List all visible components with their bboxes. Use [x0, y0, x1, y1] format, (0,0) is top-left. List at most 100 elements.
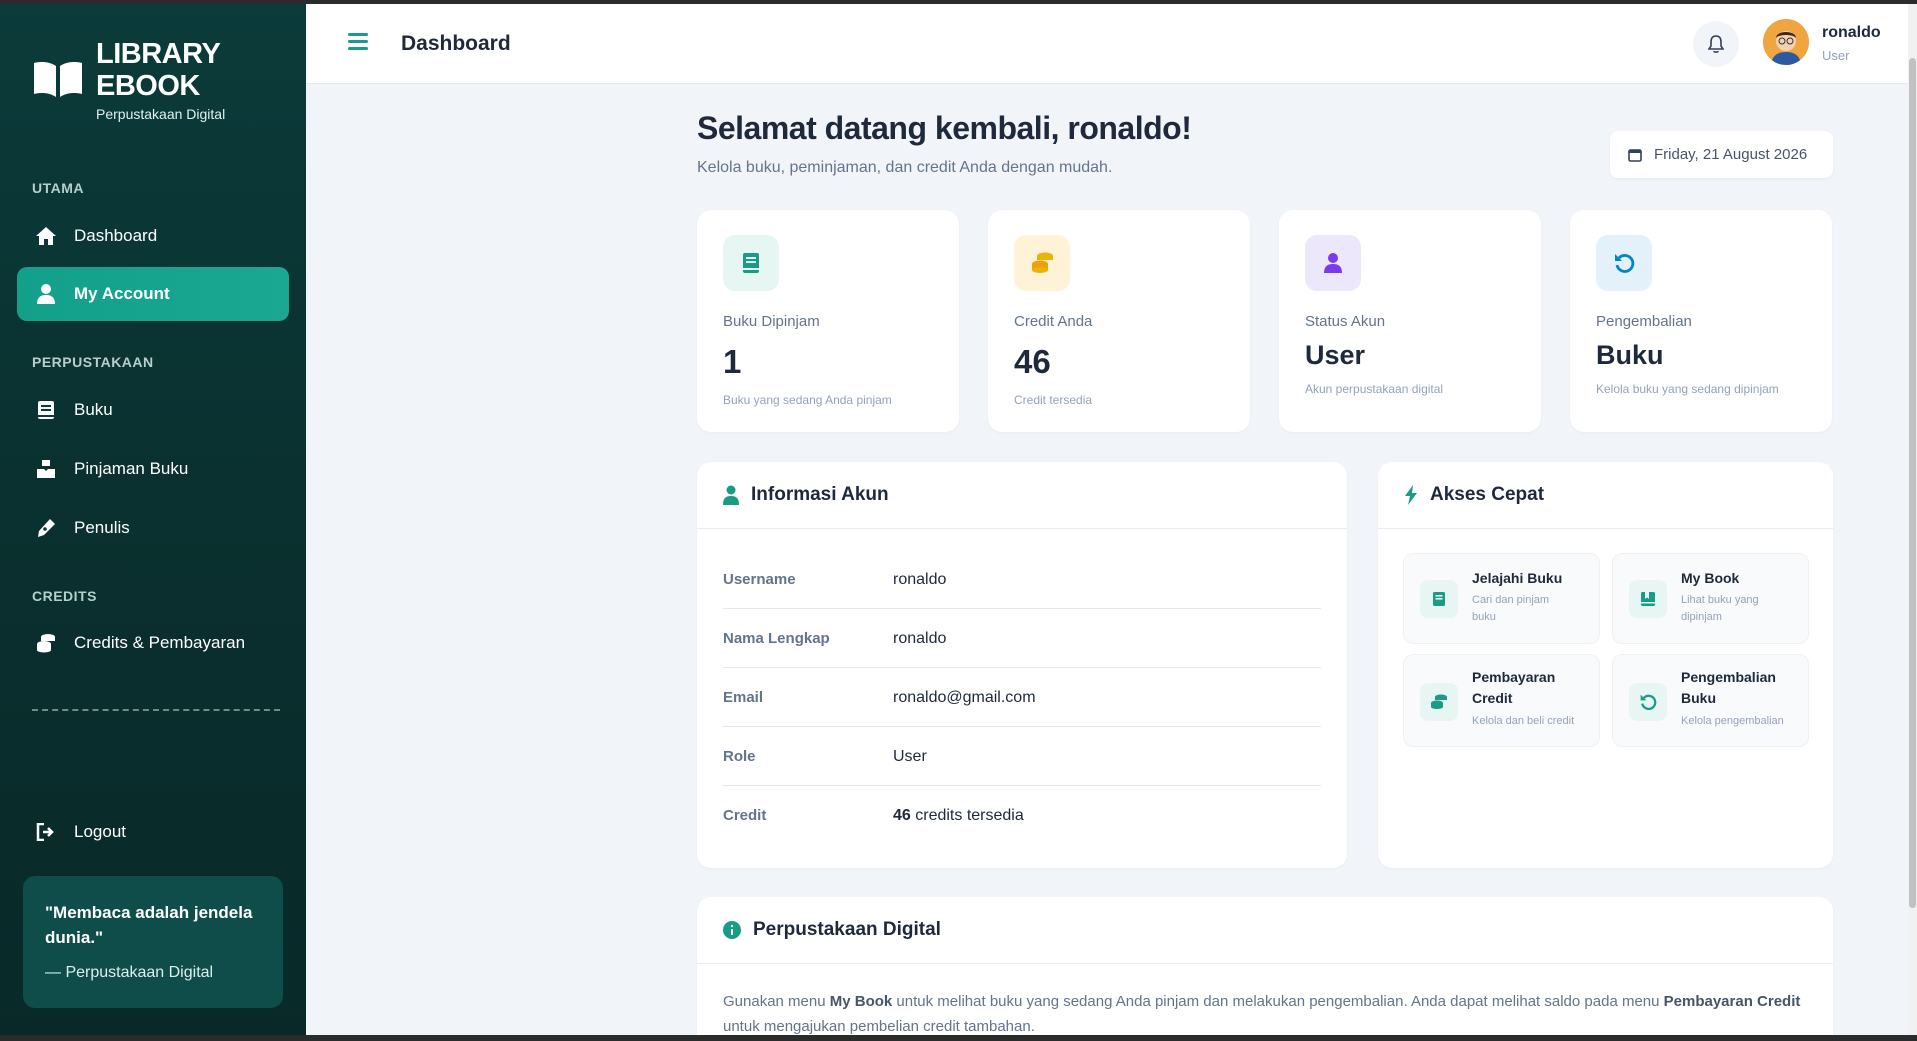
book-icon — [35, 399, 57, 421]
pen-icon — [35, 517, 57, 539]
coins-icon — [1014, 235, 1070, 291]
stat-desc: Kelola buku yang sedang dipinjam — [1596, 382, 1779, 396]
sidebar-item-label: My Account — [74, 284, 170, 303]
quick-title: Pembayaran Credit — [1472, 669, 1556, 706]
info-row-role: Role User — [723, 728, 1321, 786]
quote-text: "Membaca adalah jendela dunia." — [45, 903, 253, 947]
stat-desc: Buku yang sedang Anda pinjam — [723, 393, 892, 407]
sidebar-item-label: Credits & Pembayaran — [74, 633, 246, 652]
info-value: User — [893, 748, 927, 765]
sidebar-item-credits-pembayaran[interactable]: Credits & Pembayaran — [17, 616, 289, 670]
info-row-nama-lengkap: Nama Lengkap ronaldo — [723, 610, 1321, 668]
stat-desc: Credit tersedia — [1014, 393, 1093, 407]
sidebar-item-dashboard[interactable]: Dashboard — [17, 209, 289, 263]
section-label-credits: CREDITS — [32, 588, 97, 604]
about-link-pembayaran-credit: Pembayaran Credit — [1663, 993, 1801, 1010]
window-top-border — [0, 0, 1917, 4]
window-bottom-border — [0, 1035, 1917, 1041]
brand-title-line1: LIBRARY — [96, 38, 221, 70]
quick-title: Jelajahi Buku — [1472, 570, 1563, 586]
stat-value: 46 — [1014, 343, 1051, 380]
stat-card-buku-dipinjam: Buku Dipinjam 1 Buku yang sedang Anda pi… — [697, 210, 959, 432]
quick-access-header: Akses Cepat — [1378, 462, 1833, 529]
stat-value: User — [1305, 340, 1366, 370]
book-icon — [1420, 580, 1458, 618]
calendar-icon — [1628, 148, 1642, 162]
page-scrollbar-thumb[interactable] — [1909, 58, 1916, 908]
stat-label: Credit Anda — [1014, 313, 1093, 330]
hamburger-menu-icon[interactable] — [348, 33, 368, 51]
notification-bell-icon[interactable] — [1693, 21, 1739, 67]
sidebar-item-label: Pinjaman Buku — [74, 459, 189, 478]
credit-amount: 46 — [893, 807, 911, 824]
welcome-title: Selamat datang kembali, ronaldo! — [697, 110, 1192, 146]
info-row-username: Username ronaldo — [723, 551, 1321, 609]
user-name: ronaldo — [1822, 24, 1881, 41]
quick-jelajahi-buku[interactable]: Jelajahi Buku Cari dan pinjam buku — [1403, 553, 1600, 644]
open-book-logo-icon — [34, 62, 82, 97]
stat-label: Pengembalian — [1596, 313, 1692, 330]
logout-button[interactable]: Logout — [17, 805, 289, 859]
quote-source: — Perpustakaan Digital — [45, 964, 214, 981]
sidebar: LIBRARY EBOOK Perpustakaan Digital UTAMA… — [0, 0, 306, 1041]
info-icon — [723, 921, 741, 939]
sidebar-item-buku[interactable]: Buku — [17, 383, 289, 437]
stat-desc: Akun perpustakaan digital — [1305, 382, 1444, 396]
info-key: Nama Lengkap — [723, 630, 830, 647]
quick-pengembalian-buku[interactable]: Pengembalian Buku Kelola pengembalian — [1612, 654, 1809, 747]
account-info-panel: Informasi Akun Username ronaldo Nama Len… — [697, 462, 1347, 868]
info-value: ronaldo@gmail.com — [893, 689, 1036, 706]
avatar[interactable] — [1763, 19, 1809, 65]
borrow-icon — [35, 458, 57, 480]
home-icon — [35, 225, 57, 247]
sidebar-item-penulis[interactable]: Penulis — [17, 501, 289, 555]
account-info-title: Informasi Akun — [751, 484, 889, 505]
quick-my-book[interactable]: My Book Lihat buku yang dipinjam — [1612, 553, 1809, 644]
welcome-subtitle: Kelola buku, peminjaman, dan credit Anda… — [697, 159, 1113, 176]
brand: LIBRARY EBOOK Perpustakaan Digital — [32, 38, 225, 122]
quick-title: My Book — [1681, 570, 1740, 586]
sidebar-divider — [32, 709, 280, 711]
quick-access-title: Akses Cepat — [1430, 484, 1545, 505]
brand-subtitle: Perpustakaan Digital — [96, 106, 226, 122]
info-key: Credit — [723, 807, 767, 824]
about-link-my-book: My Book — [829, 993, 893, 1010]
about-text-part: untuk mengajukan pembelian credit tambah… — [723, 1018, 1035, 1035]
info-value: 46 credits tersedia — [893, 807, 1024, 825]
about-text-part: Gunakan menu — [723, 993, 830, 1010]
quick-desc: Cari dan pinjam buku — [1472, 594, 1550, 623]
user-icon — [723, 485, 739, 505]
sidebar-item-label: Penulis — [74, 518, 130, 537]
about-title: Perpustakaan Digital — [753, 919, 941, 940]
about-text-part: untuk melihat buku yang sedang Anda pinj… — [892, 993, 1664, 1010]
info-row-email: Email ronaldo@gmail.com — [723, 669, 1321, 727]
sidebar-item-my-account[interactable]: My Account — [17, 267, 289, 321]
quick-desc: Lihat buku yang dipinjam — [1681, 594, 1759, 623]
undo-icon — [1629, 683, 1667, 721]
page-title: Dashboard — [401, 32, 511, 55]
section-label-perpustakaan: PERPUSTAKAAN — [32, 354, 154, 370]
stat-card-credit-anda: Credit Anda 46 Credit tersedia — [988, 210, 1250, 432]
coins-icon — [35, 632, 57, 654]
info-row-credit: Credit 46 credits tersedia — [723, 787, 1321, 845]
quick-pembayaran-credit[interactable]: Pembayaran Credit Kelola dan beli credit — [1403, 654, 1600, 747]
sidebar-item-label: Buku — [74, 400, 113, 419]
quick-desc: Kelola pengembalian — [1681, 715, 1784, 727]
info-key: Email — [723, 689, 764, 706]
about-header: Perpustakaan Digital — [697, 897, 1833, 964]
credit-suffix: credits tersedia — [910, 807, 1024, 824]
info-value: ronaldo — [893, 571, 947, 588]
info-key: Username — [723, 571, 796, 588]
undo-icon — [1596, 235, 1652, 291]
quote-box: "Membaca adalah jendela dunia." — Perpus… — [23, 876, 283, 1008]
sidebar-item-pinjaman-buku[interactable]: Pinjaman Buku — [17, 442, 289, 496]
coins-icon — [1420, 683, 1458, 721]
stat-label: Buku Dipinjam — [723, 313, 820, 330]
stat-label: Status Akun — [1305, 313, 1386, 330]
brand-title-line2: EBOOK — [96, 70, 200, 102]
bookmark-book-icon — [1629, 580, 1667, 618]
user-icon — [35, 283, 57, 305]
bolt-icon — [1404, 485, 1418, 505]
user-role: User — [1822, 48, 1850, 63]
quick-desc: Kelola dan beli credit — [1472, 715, 1575, 727]
